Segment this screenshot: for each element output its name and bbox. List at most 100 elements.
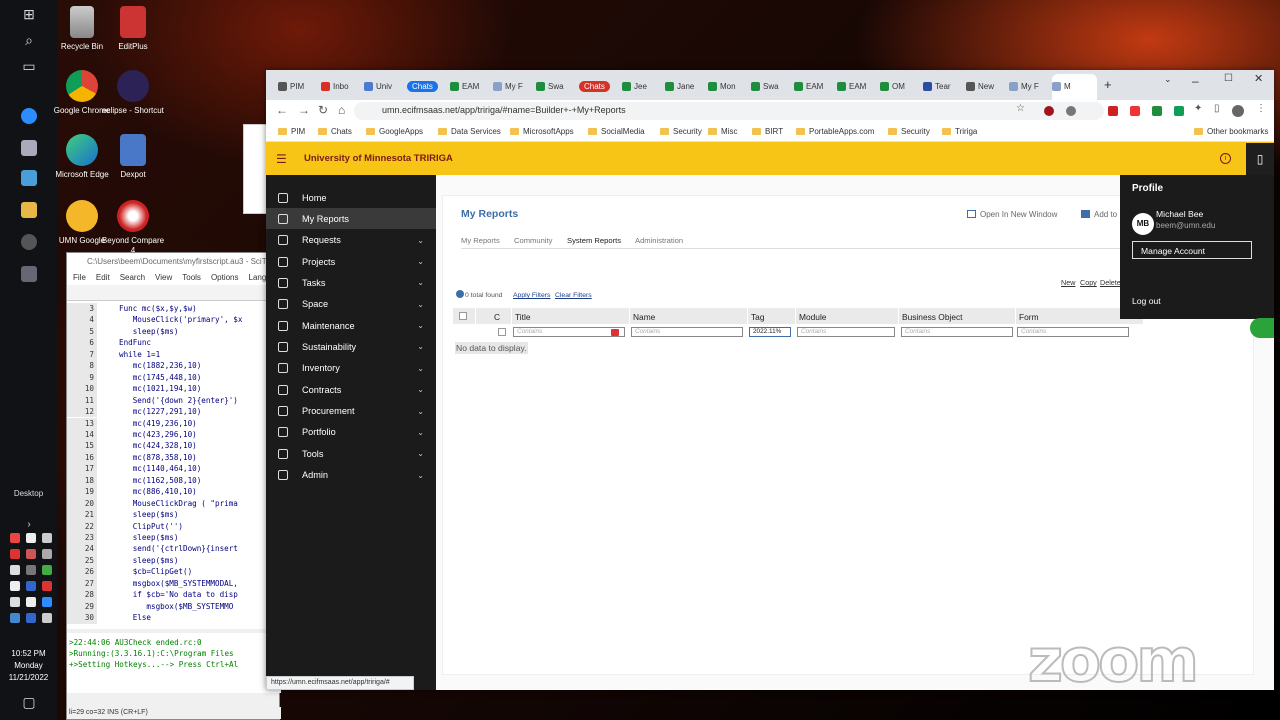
sidebar-item-portfolio[interactable]: Portfolio ⌄ [266, 422, 436, 443]
tab-system-reports[interactable]: System Reports [567, 236, 621, 245]
sidebar-item-sustainability[interactable]: Sustainability ⌄ [266, 336, 436, 357]
filter-checkbox[interactable] [498, 328, 506, 336]
bookmark-item[interactable]: PIM [278, 127, 305, 136]
tray-icon[interactable] [42, 597, 52, 607]
menu-tools[interactable]: Tools [182, 273, 201, 282]
clear-filter-icon[interactable] [611, 329, 619, 336]
column-header-business-object[interactable]: Business Object [902, 312, 963, 322]
code-line[interactable]: sleep($ms) [119, 326, 179, 337]
start-icon[interactable]: ⊞ [14, 2, 44, 26]
filter-form-input[interactable]: Contains [1017, 327, 1129, 337]
desktop-icon-beyond-compare[interactable]: Beyond Compare 4 [101, 200, 165, 256]
filter-module-input[interactable]: Contains [797, 327, 895, 337]
maximize-button[interactable]: ☐ [1224, 73, 1233, 84]
tray-icon[interactable] [42, 565, 52, 575]
reload-icon[interactable]: ↻ [318, 103, 328, 117]
scite-editor-window[interactable]: C:\Users\beem\Documents\myfirstscript.au… [66, 252, 284, 720]
browser-tab[interactable]: Swa [536, 78, 564, 94]
column-header-title[interactable]: Title [515, 312, 531, 322]
app-title[interactable]: University of Minnesota TRIRIGA [304, 153, 453, 164]
copy-button[interactable]: Copy [1080, 278, 1097, 287]
address-bar[interactable]: umn.ecifmsaas.net/app/tririga/#name=Buil… [354, 102, 1104, 120]
tray-icon[interactable] [10, 613, 20, 623]
chrome-app-icon[interactable] [14, 230, 44, 254]
tray-icon[interactable] [42, 533, 52, 543]
code-line[interactable]: ClipPut('') [119, 521, 183, 532]
code-line[interactable]: mc(423,296,10) [119, 429, 197, 440]
tray-icon[interactable] [26, 597, 36, 607]
menu-options[interactable]: Options [211, 273, 239, 282]
browser-tab[interactable]: EAM [837, 78, 866, 94]
sidebar-item-contracts[interactable]: Contracts ⌄ [266, 379, 436, 400]
more-menu-icon[interactable]: ⋮ [1256, 103, 1266, 114]
code-line[interactable]: mc(878,358,10) [119, 452, 197, 463]
forward-icon[interactable]: → [298, 103, 310, 117]
code-line[interactable]: send('{ctrlDown}{insert [119, 543, 238, 554]
tray-icon[interactable] [10, 533, 20, 543]
open-new-window-link[interactable]: Open In New Window [967, 210, 1057, 219]
code-line[interactable]: while 1=1 [119, 349, 160, 360]
code-line[interactable]: MouseClick('primary', $x [119, 314, 243, 325]
extension-icon[interactable] [1066, 106, 1076, 116]
sidebar-item-tools[interactable]: Tools ⌄ [266, 443, 436, 464]
browser-tab[interactable]: Tear [923, 78, 951, 94]
bookmark-item[interactable]: Data Services [438, 127, 501, 136]
desktop-icon-editplus[interactable]: EditPlus [101, 6, 165, 52]
code-line[interactable]: mc(419,236,10) [119, 418, 197, 429]
code-line[interactable]: Func mc($x,$y,$w) [119, 303, 197, 314]
browser-window[interactable]: PIM Inbo Univ Chats EAM My F Swa Chats Jee Jane Mo… [266, 70, 1274, 690]
select-all-checkbox[interactable] [459, 312, 467, 320]
bookmark-item[interactable]: Security [888, 127, 930, 136]
filter-icon[interactable] [456, 290, 464, 298]
browser-tab[interactable]: Jane [665, 78, 694, 94]
tray-icon[interactable] [26, 533, 36, 543]
autoit-app-icon[interactable] [14, 262, 44, 286]
code-line[interactable]: msgbox($MB_SYSTEMMO [119, 601, 233, 612]
column-header-c[interactable]: C [494, 312, 500, 322]
hamburger-menu-icon[interactable]: ☰ [276, 152, 287, 166]
tab-community[interactable]: Community [514, 236, 552, 245]
bookmark-item[interactable]: Misc [708, 127, 737, 136]
tray-icon[interactable] [26, 613, 36, 623]
new-tab-button[interactable]: + [1104, 76, 1112, 92]
code-line[interactable]: EndFunc [119, 337, 151, 348]
folder-app-icon[interactable] [14, 198, 44, 222]
code-line[interactable]: $cb=ClipGet() [119, 566, 192, 577]
code-line[interactable]: mc(1882,236,10) [119, 360, 202, 371]
code-line[interactable]: MouseClickDrag ( "prima [119, 498, 238, 509]
code-line[interactable]: msgbox($MB_SYSTEMMODAL, [119, 578, 238, 589]
browser-tab[interactable]: Chats [407, 78, 438, 94]
code-line[interactable]: if $cb='No data to disp [119, 589, 238, 600]
extension-icon[interactable] [1130, 106, 1140, 116]
bookmark-item[interactable]: GoogleApps [366, 127, 423, 136]
search-icon[interactable]: ⌕ [14, 28, 44, 52]
other-bookmarks[interactable]: Other bookmarks [1194, 127, 1268, 136]
tab-administration[interactable]: Administration [635, 236, 683, 245]
sidebar-item-admin[interactable]: Admin ⌄ [266, 465, 436, 486]
add-to-favorites-link[interactable]: Add to F [1081, 210, 1124, 219]
code-line[interactable]: mc(1140,464,10) [119, 463, 202, 474]
code-line[interactable]: sleep($ms) [119, 555, 179, 566]
filter-tag-input[interactable]: 2022.11% [749, 327, 791, 337]
code-line[interactable]: sleep($ms) [119, 509, 179, 520]
sidebar-item-projects[interactable]: Projects ⌄ [266, 251, 436, 272]
bookmark-item[interactable]: Chats [318, 127, 352, 136]
browser-tab[interactable]: OM [880, 78, 905, 94]
minimize-button[interactable]: – [1192, 74, 1199, 88]
browser-tab[interactable]: My F [493, 78, 523, 94]
filter-title-input[interactable]: Contains [513, 327, 625, 337]
sidebar-item-my-reports[interactable]: My Reports [266, 208, 436, 230]
code-line[interactable]: mc(886,410,10) [119, 486, 197, 497]
browser-tab[interactable]: Mon [708, 78, 736, 94]
system-clock[interactable]: 10:52 PM Monday 11/21/2022 [0, 648, 57, 684]
bookmark-item[interactable]: Tririga [942, 127, 977, 136]
tray-icon[interactable] [42, 549, 52, 559]
sidebar-item-procurement[interactable]: Procurement ⌄ [266, 401, 436, 422]
tray-icon[interactable] [10, 597, 20, 607]
editor-toolbar[interactable] [67, 285, 279, 301]
manage-account-button[interactable]: Manage Account [1132, 241, 1252, 259]
tray-icon[interactable] [10, 549, 20, 559]
browser-tab[interactable]: Inbo [321, 78, 349, 94]
back-icon[interactable]: ← [276, 103, 288, 117]
code-line[interactable]: mc(1162,508,10) [119, 475, 202, 486]
